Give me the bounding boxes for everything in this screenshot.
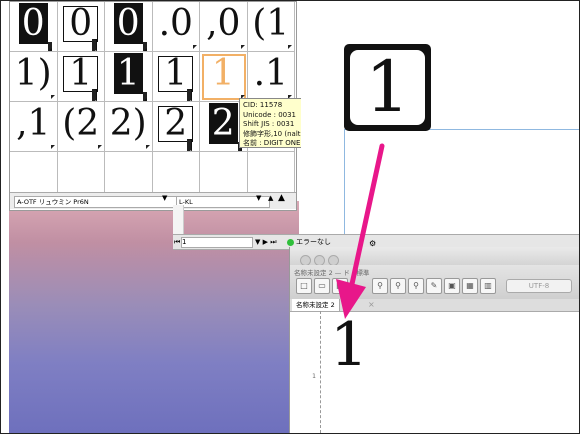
screenshot-frame: 0 0 0.0,0 (1 1) 1 1 1 1.1,1 (2 2) 2 2 CID: 11578 Uni… [0,0,580,434]
glyph-char: 1 [158,56,194,92]
alternates-marker-icon [92,89,97,101]
print-icon[interactable]: ▤ [332,278,348,294]
alternates-marker-icon [288,45,292,49]
glyph-cell[interactable]: 1 [105,52,153,102]
alternates-marker-icon [47,42,52,51]
glyph-cell[interactable]: (2 [57,102,105,152]
find-next-icon[interactable]: ⚲ [408,278,424,294]
alternates-marker-icon [187,89,192,101]
palette-font-bar: A-OTF リュウミン Pr6N ▼ L-KL ▼ ▲ ▲ [10,192,296,209]
glyph-cell[interactable]: .0 [152,2,200,52]
alternates-marker-icon [50,95,55,99]
alternates-marker-icon [142,42,147,51]
glyph-char: 2 [158,106,194,142]
alternates-marker-icon [92,39,97,51]
glyph-cell[interactable]: 1 [57,52,105,102]
glyph-char: 2 [208,103,238,144]
glyph-char: (2 [62,103,100,144]
line-number: 1 [312,373,316,380]
chevron-down-icon: ▼ [256,194,262,202]
glyph-cell[interactable]: 1 [200,52,248,102]
glyph-cell[interactable]: ,1 [10,102,58,152]
glyph-char: 1) [14,53,52,94]
toolbar-label: 名称未設定 2 — ド・標準 [294,269,370,277]
glyph-cell[interactable]: .1 [247,52,295,102]
font-family-select[interactable]: A-OTF リュウミン Pr6N [14,196,178,208]
glyph-cell[interactable]: 2 [152,102,200,152]
typed-text: 1 [330,310,369,380]
glyph-char: 1 [211,53,235,94]
glyph-cell[interactable]: 1) [10,52,58,102]
find-prev-icon[interactable]: ⚲ [390,278,406,294]
highlight-icon[interactable]: ▣ [444,278,460,294]
glyph-char: ,0 [206,3,241,44]
encoding-select[interactable]: UTF-8 [506,279,572,293]
new-document-icon[interactable]: □ [296,278,312,294]
status-ok-icon [287,238,294,246]
alternates-marker-icon [142,92,147,101]
glyph-char: ,1 [16,103,51,144]
alternates-marker-icon [98,145,102,149]
find-icon[interactable]: ⚲ [372,278,388,294]
editor-text-area[interactable]: 1 [324,311,574,433]
inserted-glyph: 1 [350,50,425,125]
document-canvas [301,1,579,243]
layout-icon[interactable]: ▥ [480,278,496,294]
glyph-char: .1 [253,53,288,94]
glyph-grid: 0 0 0.0,0 (1 1) 1 1 1 1.1,1 (2 2) 2 2 [10,2,296,202]
glyph-char: 1 [63,56,99,92]
editor-toolbar: 名称未設定 2 — ド・標準 □ ▭ ▤ ⚲ ⚲ ⚲ ✎ ▣ ▦ ▥ UTF-8 [290,265,579,300]
editor-titlebar [290,247,579,266]
page-field[interactable]: 1 [181,237,253,248]
text-editor-window: 名称未設定 2 — ド・標準 □ ▭ ▤ ⚲ ⚲ ⚲ ✎ ▣ ▦ ▥ UTF-8… [289,247,579,433]
save-icon[interactable]: ▭ [314,278,330,294]
vertical-ruler [173,205,184,234]
glyph-char: 0 [113,3,143,44]
alternates-marker-icon [50,145,55,149]
glyph-cell[interactable]: 0 [10,2,58,52]
alternates-marker-icon [193,45,197,49]
zoom-small-icon[interactable]: ▲ [268,194,273,202]
page-boundary-left [344,129,345,239]
page-nav-icon[interactable]: ▼ ▶ ⏭ [255,235,277,249]
error-text: エラーなし [296,238,331,246]
glyph-palette: 0 0 0.0,0 (1 1) 1 1 1 1.1,1 (2 2) 2 2 CID: 11578 Uni… [9,1,337,211]
glyph-cell[interactable]: 0 [105,2,153,52]
glyph-cell[interactable]: 1 [152,52,200,102]
glyph-char: 0 [18,3,48,44]
alternates-marker-icon [240,45,245,49]
glyph-cell[interactable]: 2) [105,102,153,152]
inserted-glyph-frame[interactable]: 1 [344,44,431,131]
glyph-cell[interactable]: 0 [57,2,105,52]
glyph-cell[interactable]: (1 [247,2,295,52]
glyph-char: 2) [109,103,147,144]
glyph-cell[interactable]: ,0 [200,2,248,52]
glyph-char: 0 [63,6,99,42]
close-tab-icon[interactable]: × [368,299,375,311]
zoom-large-icon[interactable]: ▲ [278,193,285,203]
glyph-char: 1 [113,53,143,94]
first-page-icon[interactable]: ⏮ [174,235,180,249]
line-number-gutter: 1 [292,311,321,433]
image-icon[interactable]: ▦ [462,278,478,294]
chevron-down-icon: ▼ [162,194,168,202]
alternates-marker-icon [187,139,192,151]
alternates-marker-icon [145,145,150,149]
pencil-icon[interactable]: ✎ [426,278,442,294]
glyph-char: .0 [158,3,193,44]
glyph-char: (1 [252,3,290,44]
